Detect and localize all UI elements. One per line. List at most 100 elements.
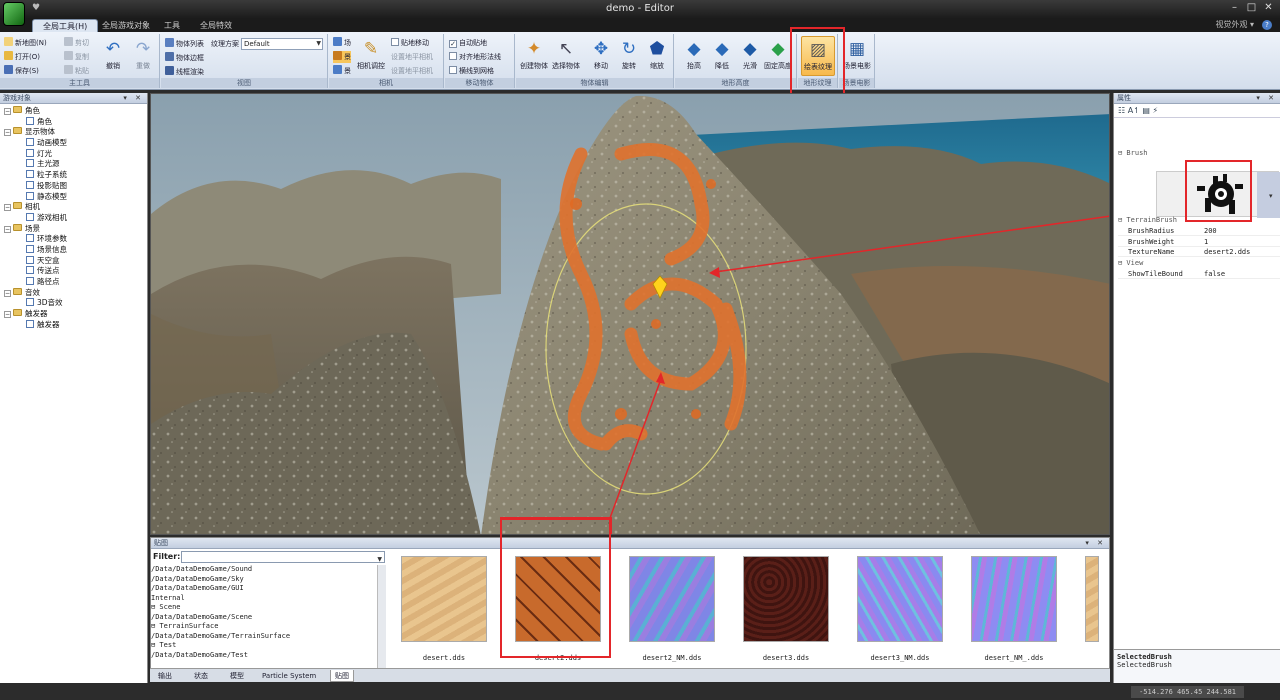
object-border-button[interactable]: 物体边框 [165, 52, 204, 64]
camera-scene-button-2[interactable]: 景 [333, 51, 351, 63]
collapse-toggle-icon[interactable]: − [4, 204, 11, 212]
collapse-toggle-icon[interactable]: − [4, 311, 11, 319]
paste-button[interactable]: 粘贴 [64, 65, 89, 77]
scale-button[interactable]: ⬟ 缩放 [640, 36, 674, 76]
new-map-button[interactable]: 新地图(N) [4, 37, 47, 49]
scene-film-button[interactable]: ▦ 场景电影 [840, 36, 874, 76]
resource-path-item[interactable]: ⊟ Scene [151, 603, 377, 613]
collapse-toggle-icon[interactable]: − [4, 108, 11, 115]
filter-input[interactable]: ▼ [181, 551, 385, 563]
panel-pin-close-icon[interactable]: ▾ ✕ [1256, 93, 1277, 104]
texture-thumbnail[interactable] [971, 556, 1057, 642]
resource-path-item[interactable]: Internal [151, 594, 377, 604]
tree-item[interactable]: 触发器 [0, 319, 147, 331]
tree-item[interactable]: 主光源 [0, 159, 147, 170]
resource-path-item[interactable]: ⊟ TerrainSurface [151, 622, 377, 632]
resource-path-list[interactable]: /Data/DataDemoGame/Sound /Data/DataDemoG… [151, 565, 377, 669]
path-list-scrollbar[interactable] [377, 565, 386, 669]
camera-control-button[interactable]: ✎ 相机调控 [354, 36, 388, 76]
resource-path-item[interactable]: /Data/DataDemoGame/TerrainSurface [151, 632, 377, 642]
tab-global-tools[interactable]: 全局工具(H) [32, 19, 99, 32]
tree-item[interactable]: 角色 [0, 116, 147, 128]
tree-item[interactable]: 粒子系统 [0, 170, 147, 181]
save-button[interactable]: 保存(S) [4, 65, 39, 77]
tree-folder[interactable]: − 触发器 [0, 309, 147, 320]
category-brush[interactable]: ⊟ Brush [1118, 149, 1148, 157]
wireframe-render-button[interactable]: 线框渲染 [165, 66, 204, 78]
property-row[interactable]: BrushWeight 1 [1118, 237, 1280, 247]
align-normal-checkbox[interactable]: 对齐地形法线 [449, 51, 501, 63]
property-value[interactable]: 200 [1204, 226, 1217, 236]
3d-viewport[interactable] [150, 93, 1110, 535]
tree-item[interactable]: 3D音效 [0, 298, 147, 309]
tree-item[interactable]: 路径点 [0, 277, 147, 288]
resource-path-item[interactable]: /Data/DataDemoGame/Sound [151, 565, 377, 575]
tree-folder[interactable]: − 显示物体 [0, 127, 147, 138]
app-logo-icon[interactable] [3, 2, 25, 26]
tree-item[interactable]: 灯光 [0, 148, 147, 160]
tree-item[interactable]: 游戏相机 [0, 212, 147, 224]
property-row[interactable]: ShowTileBound false [1118, 269, 1280, 279]
resource-path-item[interactable]: /Data/DataDemoGame/Scene [151, 613, 377, 623]
skin-selector[interactable]: 视觉外观 ▾ [1215, 19, 1254, 30]
minimize-icon[interactable]: – [1227, 2, 1242, 15]
collapse-toggle-icon[interactable]: − [4, 289, 11, 297]
texture-scheme-select[interactable]: Default ▼ [241, 38, 323, 50]
resource-path-item[interactable]: /Data/DataDemoGame/Test [151, 651, 377, 661]
resource-path-item[interactable]: /Data/DataDemoGame/Sky [151, 575, 377, 585]
property-value[interactable]: desert2.dds [1204, 247, 1250, 257]
bottom-tab[interactable]: 状态 [190, 670, 212, 682]
category-terrain-brush[interactable]: ⊟ TerrainBrush [1118, 216, 1177, 224]
collapse-toggle-icon[interactable]: − [4, 225, 11, 233]
close-icon[interactable]: ✕ [1261, 2, 1276, 15]
resource-path-item[interactable]: ⊟ Test [151, 641, 377, 651]
maximize-icon[interactable]: □ [1244, 2, 1259, 15]
tree-folder[interactable]: − 场景 [0, 223, 147, 235]
texture-thumbnail[interactable] [401, 556, 487, 642]
set-ground-camera-button[interactable]: 设置地平相机 [391, 51, 433, 63]
create-object-button[interactable]: ✦ 创建物体 [517, 36, 551, 76]
texture-thumbnail[interactable] [743, 556, 829, 642]
tree-item[interactable]: 静态模型 [0, 191, 147, 203]
tree-item[interactable]: 动画模型 [0, 138, 147, 149]
copy-button[interactable]: 复制 [64, 51, 89, 63]
redo-button[interactable]: ↷ 重做 [126, 36, 160, 76]
tree-folder[interactable]: − 音效 [0, 287, 147, 299]
help-icon[interactable]: ? [1262, 20, 1272, 30]
panel-pin-close-icon[interactable]: ▾ ✕ [123, 93, 144, 104]
cut-button[interactable]: 剪切 [64, 37, 89, 49]
bottom-tab[interactable]: 输出 [154, 670, 176, 682]
bottom-tab[interactable]: Particle System [258, 670, 320, 682]
tree-item[interactable]: 天空盒 [0, 255, 147, 267]
tree-item[interactable]: 投影贴图 [0, 180, 147, 192]
camera-scene-button-1[interactable]: 场 [333, 37, 351, 49]
auto-ground-checkbox[interactable]: ✓ 自动贴地 [449, 37, 487, 49]
open-button[interactable]: 打开(O) [4, 51, 40, 63]
tab-global-effects[interactable]: 全局特效 [190, 19, 242, 32]
select-object-button[interactable]: ↖ 选择物体 [549, 36, 583, 76]
tree-folder[interactable]: − 角色 [0, 106, 147, 117]
tree-item[interactable]: 环境参数 [0, 234, 147, 245]
camera-scene-button-3[interactable]: 景 [333, 65, 351, 77]
property-value[interactable]: 1 [1204, 237, 1208, 247]
set-default-camera-button[interactable]: 设置地平相机 [391, 65, 433, 77]
snap-grid-checkbox[interactable]: 横线到网格 [449, 65, 494, 77]
texture-thumbnail[interactable] [857, 556, 943, 642]
bottom-tab[interactable]: 贴图 [330, 670, 354, 682]
ground-move-toggle[interactable]: 贴地移动 [391, 37, 429, 49]
texture-thumbnail[interactable] [629, 556, 715, 642]
tree-item[interactable]: 传送点 [0, 266, 147, 277]
tab-global-game-objects[interactable]: 全局游戏对象 [92, 19, 160, 32]
property-value[interactable]: false [1204, 269, 1225, 279]
property-row[interactable]: BrushRadius 200 [1118, 226, 1280, 236]
property-row[interactable]: TextureName desert2.dds [1118, 247, 1280, 257]
tree-item[interactable]: 场景信息 [0, 244, 147, 256]
tree-folder[interactable]: − 相机 [0, 202, 147, 213]
category-view[interactable]: ⊟ View [1118, 259, 1143, 267]
undo-button[interactable]: ↶ 撤销 [96, 36, 130, 76]
object-list-button[interactable]: 物体列表 [165, 38, 204, 50]
bottom-tab[interactable]: 模型 [226, 670, 248, 682]
collapse-toggle-icon[interactable]: − [4, 129, 11, 137]
property-toolbar[interactable]: ☷ A↿ ▤ ⚡ [1114, 104, 1280, 118]
texture-thumbnail-partial[interactable] [1085, 556, 1099, 642]
